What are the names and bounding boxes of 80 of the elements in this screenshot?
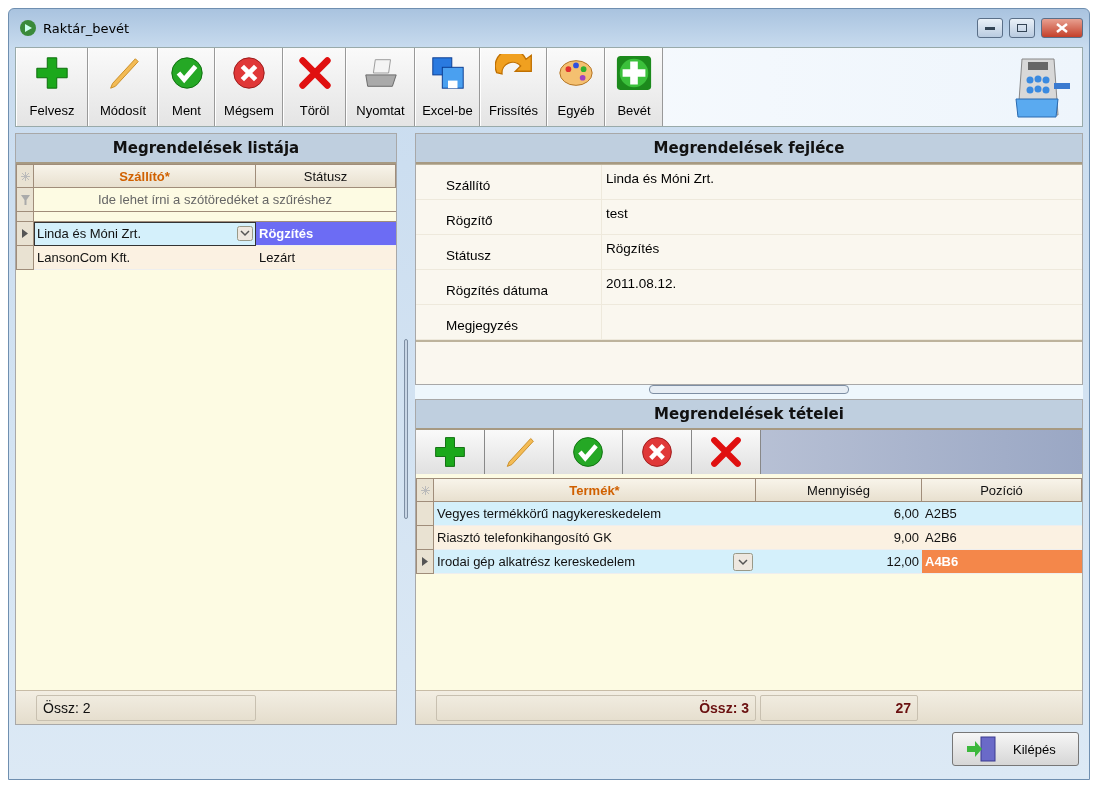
toolbar-button[interactable]: Excel-be xyxy=(415,48,480,126)
minimize-icon xyxy=(985,26,995,30)
column-header[interactable]: Státusz xyxy=(256,164,396,188)
close-button[interactable] xyxy=(1041,18,1083,38)
row-count: Össz: 2 xyxy=(36,694,256,721)
field-label: Megjegyzés xyxy=(416,305,602,340)
toolbar-button[interactable] xyxy=(554,430,623,474)
table-cell: Linda és Móni Zrt. xyxy=(34,222,256,246)
panel-title: Megrendelések tételei xyxy=(416,400,1082,430)
toolbar-button[interactable]: Egyéb xyxy=(547,48,605,126)
row-selector[interactable] xyxy=(16,188,34,212)
table-cell: 9,00 xyxy=(756,526,922,550)
toolbar-button[interactable] xyxy=(416,430,485,474)
door-exit-icon xyxy=(965,736,999,762)
dropdown-icon[interactable] xyxy=(237,226,253,241)
toolbar-button[interactable]: Felvesz xyxy=(16,48,88,126)
dropdown-icon[interactable] xyxy=(733,552,753,571)
field-value[interactable]: Rögzítés xyxy=(602,235,1082,270)
field-label: Státusz xyxy=(416,235,602,270)
column-header[interactable]: Pozíció xyxy=(922,478,1082,502)
table-cell: A2B6 xyxy=(922,526,1082,550)
field-value[interactable]: Linda és Móni Zrt. xyxy=(602,165,1082,200)
panel-title: Megrendelések listája xyxy=(16,134,396,164)
row-selector[interactable] xyxy=(16,222,34,246)
row-selector[interactable] xyxy=(16,246,34,270)
column-header[interactable]: Mennyiség xyxy=(756,478,922,502)
toolbar-button[interactable]: Mégsem xyxy=(215,48,283,126)
toolbar-button[interactable]: Frissítés xyxy=(480,48,547,126)
field-value[interactable]: test xyxy=(602,200,1082,235)
field-value[interactable]: 2011.08.12. xyxy=(602,270,1082,305)
row-selector[interactable] xyxy=(416,502,434,526)
field-label: Rögzítő xyxy=(416,200,602,235)
table-cell: Lezárt xyxy=(256,246,396,270)
app-icon xyxy=(19,19,37,37)
row-selector[interactable] xyxy=(416,550,434,574)
splitter-handle[interactable] xyxy=(404,339,408,519)
table-cell: LansonCom Kft. xyxy=(34,246,256,270)
table-cell: Rögzítés xyxy=(256,222,396,246)
row-selector[interactable] xyxy=(416,526,434,550)
filter-icon xyxy=(20,194,30,205)
table-cell: Vegyes termékkörű nagykereskedelem xyxy=(434,502,756,526)
close-icon xyxy=(1056,23,1068,33)
toolbar-button[interactable] xyxy=(692,430,761,474)
toolbar-button[interactable] xyxy=(623,430,692,474)
maximize-button[interactable] xyxy=(1009,18,1035,38)
toolbar-button[interactable]: Bevét xyxy=(605,48,663,126)
field-label: Rögzítés dátuma xyxy=(416,270,602,305)
quantity-total: 27 xyxy=(760,694,918,721)
row-selector[interactable] xyxy=(16,164,34,188)
window-title: Raktár_bevét xyxy=(43,20,131,36)
toolbar-button[interactable]: Ment xyxy=(158,48,215,126)
toolbar-button[interactable]: Módosít xyxy=(88,48,158,126)
table-cell: A4B6 xyxy=(922,550,1082,574)
table-cell: A2B5 xyxy=(922,502,1082,526)
table-cell: Irodai gép alkatrész kereskedelem xyxy=(434,550,756,574)
asterisk-icon xyxy=(420,485,430,495)
check-icon xyxy=(570,434,606,470)
table-cell: 12,00 xyxy=(756,550,922,574)
row-selector[interactable] xyxy=(16,212,34,222)
table-cell: 6,00 xyxy=(756,502,922,526)
minimize-button[interactable] xyxy=(977,18,1003,38)
cancel-icon xyxy=(639,434,675,470)
panel-title: Megrendelések fejléce xyxy=(416,134,1082,164)
row-count: Össz: 3 xyxy=(436,694,756,721)
field-label: Szállító xyxy=(416,165,602,200)
maximize-icon xyxy=(1017,24,1027,32)
row-pointer-icon xyxy=(422,557,428,566)
toolbar-button[interactable]: Töröl xyxy=(283,48,346,126)
plus-icon xyxy=(615,54,653,92)
exit-button[interactable]: Kilépés xyxy=(952,732,1079,766)
cancel-icon xyxy=(230,54,268,92)
plus-icon xyxy=(432,434,468,470)
splitter-handle[interactable] xyxy=(649,385,849,394)
asterisk-icon xyxy=(20,171,30,181)
row-selector[interactable] xyxy=(416,478,434,502)
close-icon xyxy=(708,434,744,470)
table-cell: Riasztó telefonkihangosító GK xyxy=(434,526,756,550)
toolbar-button[interactable]: Nyomtat xyxy=(346,48,415,126)
row-pointer-icon xyxy=(22,229,28,238)
plus-icon xyxy=(33,54,71,92)
